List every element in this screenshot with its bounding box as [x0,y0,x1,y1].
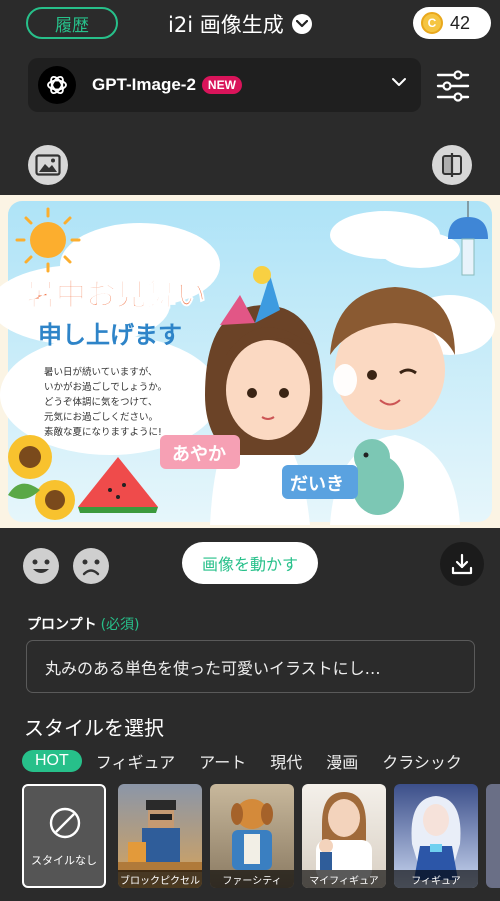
name-tag-boy: だいき [282,465,358,499]
download-icon[interactable] [440,542,484,586]
style-tabs: HOT フィギュア アート 現代 漫画 クラシック [22,748,486,774]
history-button[interactable]: 履歴 [26,7,118,39]
name-girl: あやか [172,444,226,465]
title-dropdown[interactable]: i2i 画像生成 [168,8,312,40]
style-item-varsity[interactable]: ファーシティ [210,784,294,888]
chevron-down-icon [392,78,406,86]
name-tag-girl: あやか [160,435,240,469]
style-item-figure[interactable]: フィギュア [394,784,478,888]
style-item-my-figure[interactable]: マイフィギュア [302,784,386,888]
model-name: GPT-Image-2 [92,75,196,94]
style-item-label: マイフィギュア [302,870,386,888]
style-item-label: フィギュア [394,870,478,888]
style-list: スタイルなし ブロックピクセル ファーシティ マイフィギュア フィギュア [22,784,500,888]
chevron-down-icon [291,14,312,34]
prompt-required: (必須) [100,617,140,633]
no-style-icon [49,807,81,839]
style-section-title: スタイルを選択 [24,716,164,740]
animate-image-button[interactable]: 画像を動かす [182,542,318,584]
thumbs-down-face-icon[interactable] [73,548,109,584]
tab-art[interactable]: アート [199,749,246,773]
tab-modern[interactable]: 現代 [270,749,302,773]
prompt-input[interactable]: 丸みのある単色を使った可愛いイラストにし… [26,640,475,693]
style-item-next-partial[interactable] [486,784,500,888]
prompt-label-text: プロンプト [27,617,97,633]
generated-image: 暑中お見舞い 申し上げます 暑い日が続いていますが、 いかがお過ごしでしょうか。… [0,195,500,528]
tab-hot[interactable]: HOT [22,750,82,772]
greeting-heading-1: 暑中お見舞い [26,278,206,313]
style-item-label: スタイルなし [31,854,97,867]
style-item-label: ファーシティ [210,870,294,888]
greeting-heading-2: 申し上げます [38,321,182,349]
greeting-message-line-3: どうぞ体調に気をつけて、 [44,396,158,408]
prompt-label: プロンプト (必須) [27,614,140,634]
page-title: i2i 画像生成 [168,13,284,37]
style-item-block-pixel[interactable]: ブロックピクセル [118,784,202,888]
openai-logo-icon [38,66,76,104]
greeting-message-line-1: 暑い日が続いていますが、 [44,366,158,378]
compare-icon[interactable] [432,145,472,185]
settings-sliders-icon[interactable] [436,70,470,102]
greeting-message-line-4: 元気にお過ごしください。 [44,411,158,423]
tab-figure[interactable]: フィギュア [96,749,175,773]
new-badge: NEW [201,76,242,94]
credits-count: 42 [450,12,471,33]
thumbs-up-face-icon[interactable] [23,548,59,584]
greeting-message-line-2: いかがお過ごしでしょうか。 [44,381,167,393]
gallery-image-icon[interactable] [28,145,68,185]
credits-badge[interactable]: C 42 [413,7,491,39]
top-bar: 履歴 i2i 画像生成 C 42 [0,0,500,48]
coin-icon: C [421,12,443,34]
style-item-none[interactable]: スタイルなし [22,784,106,888]
greeting-message-line-5: 素敵な夏になりますように! [44,426,162,438]
tab-manga[interactable]: 漫画 [326,749,358,773]
name-boy: だいき [290,474,344,495]
style-item-label: ブロックピクセル [118,870,202,888]
model-selector[interactable]: GPT-Image-2 NEW [28,58,421,112]
tab-classic[interactable]: クラシック [382,749,462,773]
